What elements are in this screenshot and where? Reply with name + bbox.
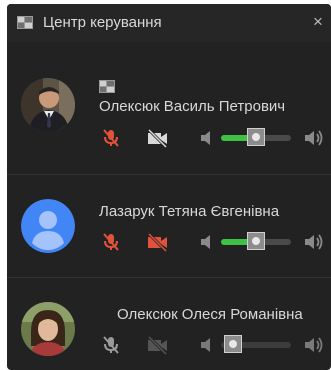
slider-thumb[interactable] [247, 128, 265, 146]
mic-toggle-button[interactable] [99, 232, 125, 252]
default-user-icon [21, 199, 75, 253]
participant-name: Лазарук Тетяна Євгенівна [99, 203, 280, 220]
screen-share-icon [99, 80, 115, 93]
title-bar: Центр керування × [7, 4, 331, 42]
slider-thumb[interactable] [247, 232, 265, 250]
volume-slider[interactable] [221, 335, 291, 355]
speaker-high-icon [305, 337, 323, 353]
speaker-high-icon [305, 130, 323, 146]
control-center-panel: Центр керування × Олексюк Василь Петрови… [7, 4, 331, 370]
camera-off-icon [147, 335, 168, 355]
avatar [21, 302, 75, 356]
participant-row: Лазарук Тетяна Євгенівна [7, 175, 331, 277]
volume-slider[interactable] [221, 128, 291, 148]
speaker-low-icon [201, 235, 210, 249]
speaker-high-icon [305, 234, 323, 250]
mic-toggle-button[interactable] [99, 128, 125, 148]
control-center-icon [17, 16, 33, 29]
camera-off-icon [147, 128, 168, 148]
microphone-off-icon [103, 336, 119, 354]
camera-toggle-button[interactable] [145, 335, 171, 355]
microphone-off-icon [103, 233, 119, 251]
avatar [21, 199, 75, 253]
participant-row: Олексюк Олеся Романівна [7, 278, 331, 370]
participant-photo [21, 78, 75, 132]
camera-off-icon [147, 232, 168, 252]
participant-row: Олексюк Василь Петрович [7, 42, 331, 174]
speaker-low-icon [201, 338, 210, 352]
window-title: Центр керування [43, 14, 162, 31]
camera-toggle-button[interactable] [145, 232, 171, 252]
volume-slider[interactable] [221, 232, 291, 252]
speaker-low-icon [201, 131, 210, 145]
avatar [21, 78, 75, 132]
close-button[interactable]: × [309, 11, 327, 33]
participant-name: Олексюк Олеся Романівна [117, 306, 303, 323]
microphone-off-icon [103, 129, 119, 147]
participant-name: Олексюк Василь Петрович [99, 98, 286, 115]
mic-toggle-button[interactable] [99, 335, 125, 355]
slider-thumb[interactable] [224, 335, 242, 353]
participant-photo [21, 302, 75, 356]
camera-toggle-button[interactable] [145, 128, 171, 148]
